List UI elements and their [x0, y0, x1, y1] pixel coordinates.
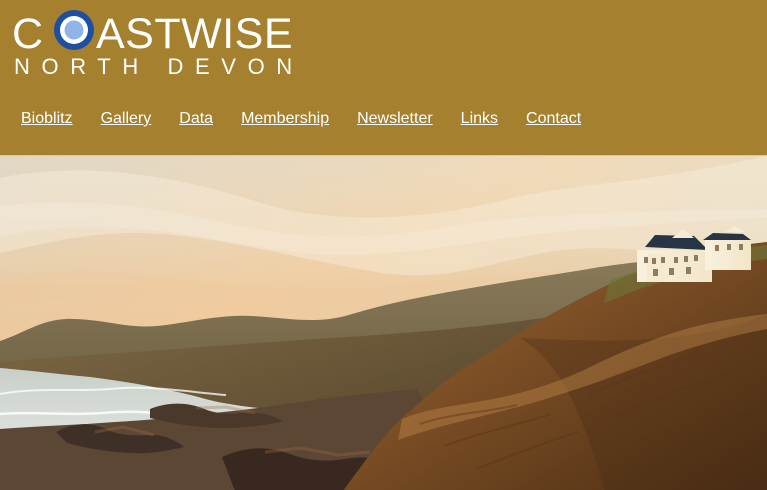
main-navigation: Bioblitz Gallery Data Membership Newslet… [0, 102, 581, 136]
window-10 [653, 269, 658, 276]
logo-subtitle: NORTH DEVON [14, 54, 304, 78]
logo-o-icon [54, 10, 94, 50]
window-11 [669, 268, 674, 275]
window-12 [686, 267, 691, 274]
window-7 [715, 245, 719, 251]
nav-link-links[interactable]: Links [461, 111, 498, 127]
nav-link-gallery[interactable]: Gallery [101, 111, 152, 127]
nav-link-data[interactable]: Data [179, 111, 213, 127]
window-2 [652, 258, 656, 264]
coastal-photo [0, 156, 767, 490]
window-8 [727, 244, 731, 250]
site-logo[interactable]: C ASTWISE NORTH DEVON [12, 10, 304, 79]
window-9 [739, 244, 743, 250]
window-1 [644, 257, 648, 263]
hero-image-section [0, 155, 767, 490]
nav-link-membership[interactable]: Membership [241, 111, 329, 127]
window-4 [674, 257, 678, 263]
logo-ring-center [64, 20, 84, 40]
logo-graphic: C ASTWISE NORTH DEVON [12, 10, 304, 79]
window-6 [694, 255, 698, 261]
logo-astwise: ASTWISE [96, 10, 293, 58]
window-3 [661, 257, 665, 263]
nav-link-contact[interactable]: Contact [526, 111, 581, 127]
nav-link-newsletter[interactable]: Newsletter [357, 111, 433, 127]
nav-link-bioblitz[interactable]: Bioblitz [21, 111, 73, 127]
logo-c: C [12, 10, 43, 58]
window-5 [684, 256, 688, 262]
site-header: C ASTWISE NORTH DEVON Bioblitz Gallery D… [0, 0, 767, 155]
